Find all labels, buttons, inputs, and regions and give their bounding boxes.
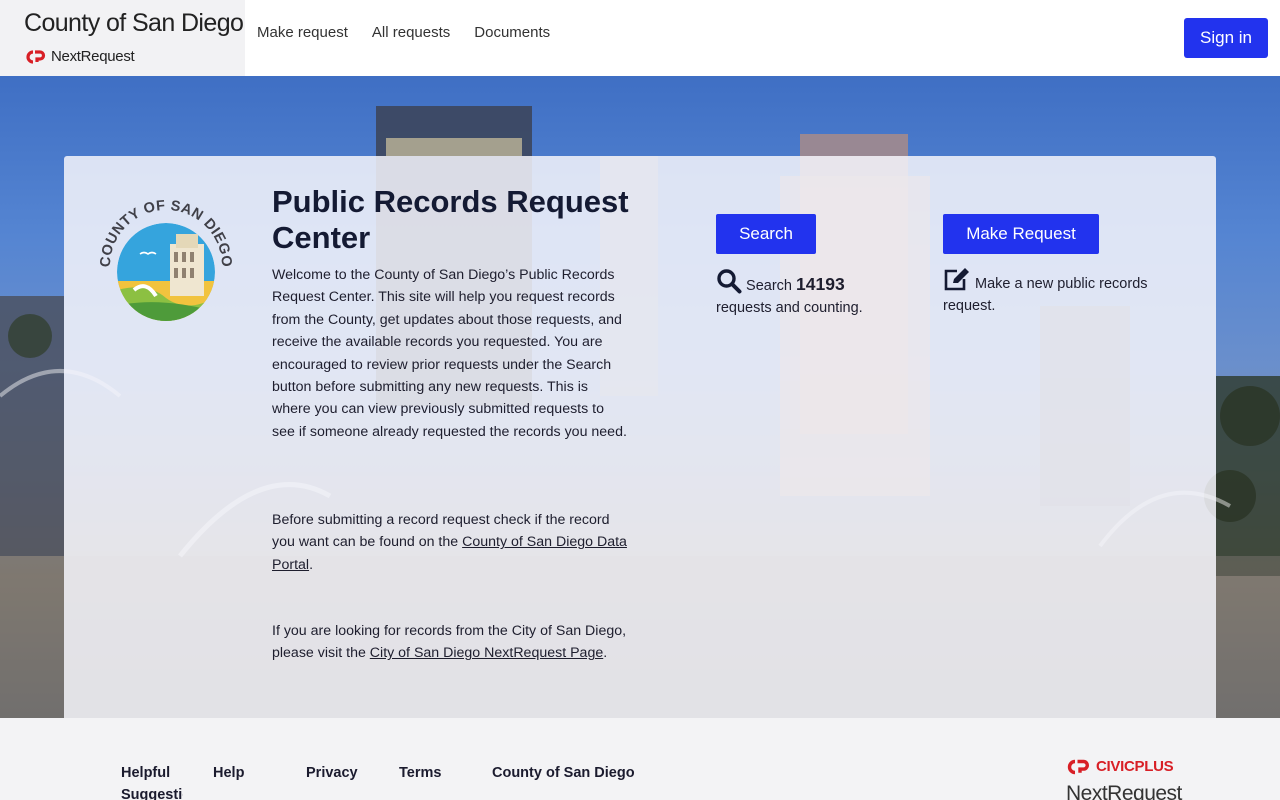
make-request-info: Make a new public records request.: [943, 268, 1173, 317]
county-seal-logo: COUNTY OF SAN DIEGO: [98, 198, 234, 321]
nav-documents[interactable]: Documents: [474, 24, 550, 41]
civicplus-text: CIVICPLUS: [1096, 758, 1174, 775]
page-title: Public Records Request Center: [272, 184, 629, 255]
site-header: County of San Diego NextRequest Make req…: [0, 0, 1280, 76]
main-nav: Make request All requests Documents: [257, 24, 550, 41]
search-button[interactable]: Search: [716, 214, 816, 254]
search-info-prefix: Search: [746, 278, 792, 294]
brand-subtitle-text: NextRequest: [51, 48, 135, 65]
sign-in-button[interactable]: Sign in: [1184, 18, 1268, 58]
footer-link-privacy[interactable]: Privacy: [306, 762, 358, 784]
hero-section: COUNTY OF SAN DIEGO Public Records Reque…: [0, 76, 1280, 718]
nav-all-requests[interactable]: All requests: [372, 24, 450, 41]
make-request-text: Make a new public records request.: [943, 276, 1148, 314]
nextrequest-logo-icon: [26, 49, 46, 64]
intro-paragraph: Welcome to the County of San Diego’s Pub…: [272, 267, 627, 440]
make-request-button[interactable]: Make Request: [943, 214, 1099, 254]
brand-block[interactable]: County of San Diego NextRequest: [0, 0, 245, 76]
site-footer: Helpful Suggestions Help Privacy Terms C…: [0, 718, 1280, 800]
nav-make-request[interactable]: Make request: [257, 24, 348, 41]
edit-icon: [944, 268, 969, 291]
footer-link-help[interactable]: Help: [213, 762, 244, 784]
city-paragraph: If you are looking for records from the …: [272, 620, 630, 665]
footer-link-terms[interactable]: Terms: [399, 762, 441, 784]
data-portal-end: .: [309, 556, 314, 573]
welcome-card: COUNTY OF SAN DIEGO Public Records Reque…: [64, 156, 1216, 718]
search-info-suffix: requests and counting.: [716, 300, 863, 316]
footer-nextrequest-text: NextRequest: [1066, 782, 1182, 800]
brand-title[interactable]: County of San Diego: [24, 9, 244, 38]
brand-subtitle: NextRequest: [25, 48, 135, 65]
data-portal-paragraph: Before submitting a record request check…: [272, 509, 630, 576]
footer-link-helpful-suggestions[interactable]: Helpful Suggestions: [121, 762, 183, 800]
search-icon: [717, 269, 742, 294]
civicplus-logo-icon: [1067, 759, 1089, 774]
request-count: 14193: [796, 274, 845, 294]
city-nextrequest-link[interactable]: City of San Diego NextRequest Page: [370, 645, 603, 661]
search-info: Search 14193 requests and counting.: [716, 268, 896, 319]
city-end: .: [603, 645, 608, 662]
footer-link-county-of-san-diego[interactable]: County of San Diego: [492, 762, 635, 784]
civicplus-brand: CIVICPLUS: [1066, 758, 1174, 775]
